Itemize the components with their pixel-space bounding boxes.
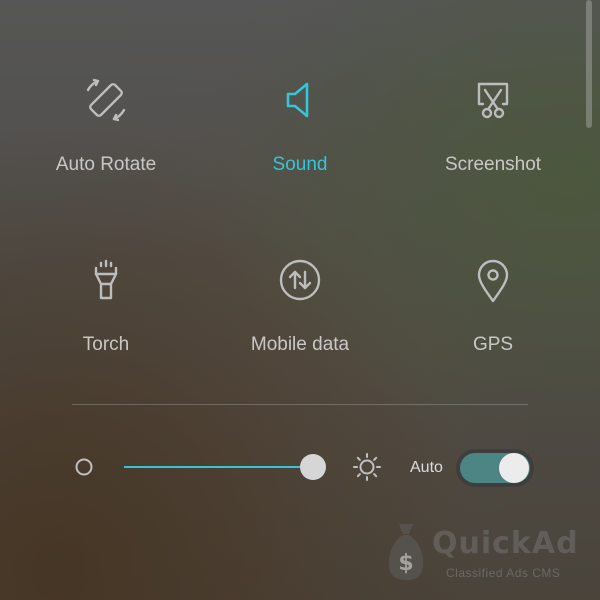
speaker-icon <box>276 76 324 124</box>
flashlight-icon <box>82 256 130 304</box>
brightness-slider-thumb[interactable] <box>300 454 326 480</box>
brightness-slider[interactable] <box>124 450 329 484</box>
tile-mobile-data[interactable]: Mobile data <box>200 256 400 386</box>
auto-brightness-toggle[interactable] <box>456 449 534 487</box>
tile-label: GPS <box>472 334 514 355</box>
tile-torch[interactable]: Torch <box>6 256 206 386</box>
watermark-tagline: Classified Ads CMS <box>446 566 561 580</box>
watermark-brand: QuickAd <box>432 526 579 561</box>
tile-label: Auto Rotate <box>55 154 157 175</box>
toggle-knob <box>499 453 529 483</box>
tile-label: Sound <box>272 154 328 175</box>
svg-text:$: $ <box>398 551 413 576</box>
location-pin-icon <box>469 256 517 304</box>
tile-screenshot[interactable]: Screenshot <box>393 76 593 206</box>
tile-sound[interactable]: Sound <box>200 76 400 206</box>
watermark: $ QuickAd Classified Ads CMS <box>386 520 596 592</box>
divider <box>72 404 528 405</box>
tile-label: Screenshot <box>444 154 542 175</box>
brightness-high-icon <box>353 453 381 481</box>
rotate-icon <box>82 76 130 124</box>
auto-brightness-label: Auto <box>410 459 443 476</box>
tile-label: Torch <box>82 334 130 355</box>
money-bag-icon: $ <box>388 524 424 580</box>
mobile-data-icon <box>276 256 324 304</box>
brightness-low-icon <box>75 458 93 476</box>
brightness-slider-fill <box>124 466 313 468</box>
tile-auto-rotate[interactable]: Auto Rotate <box>6 76 206 206</box>
tile-label: Mobile data <box>250 334 350 355</box>
screenshot-icon <box>469 76 517 124</box>
tile-gps[interactable]: GPS <box>393 256 593 386</box>
